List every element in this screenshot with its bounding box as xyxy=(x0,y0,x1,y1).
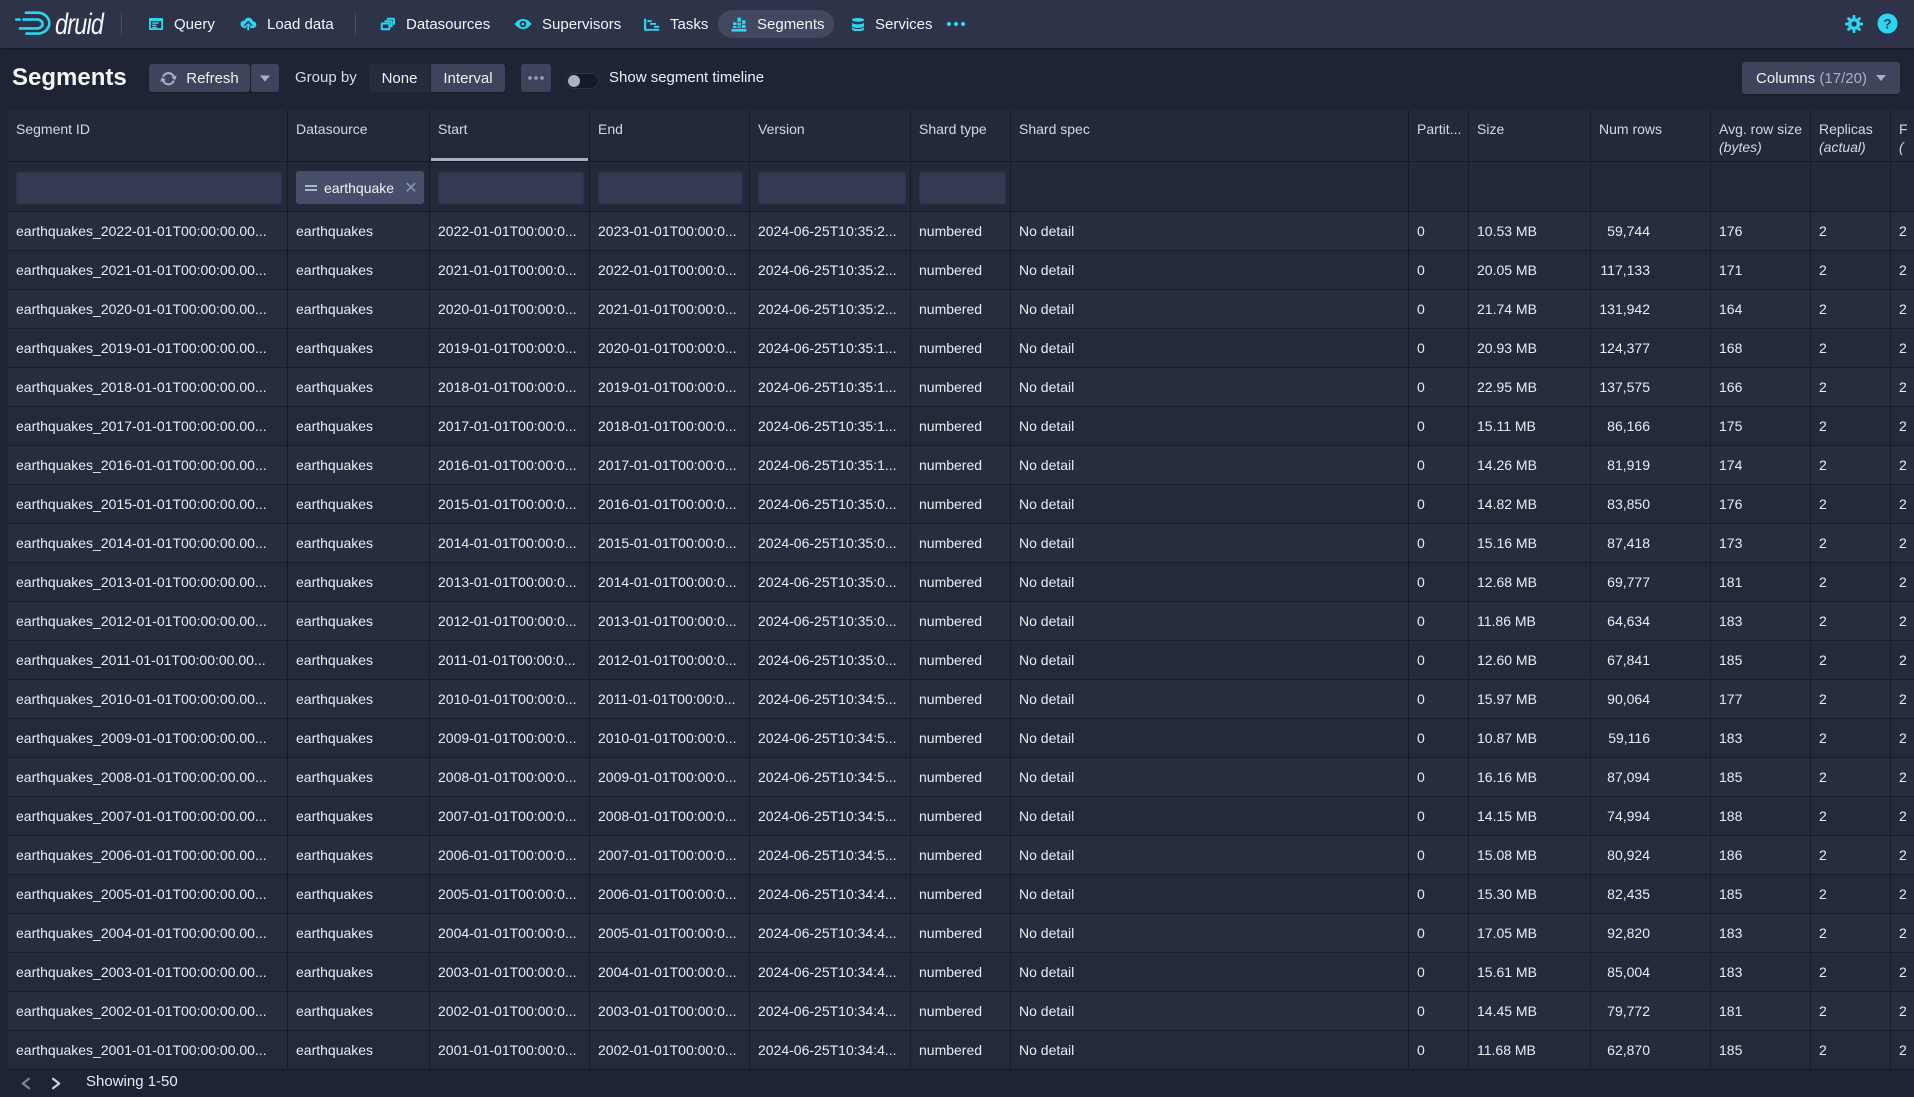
svg-text:?: ? xyxy=(1883,16,1891,31)
